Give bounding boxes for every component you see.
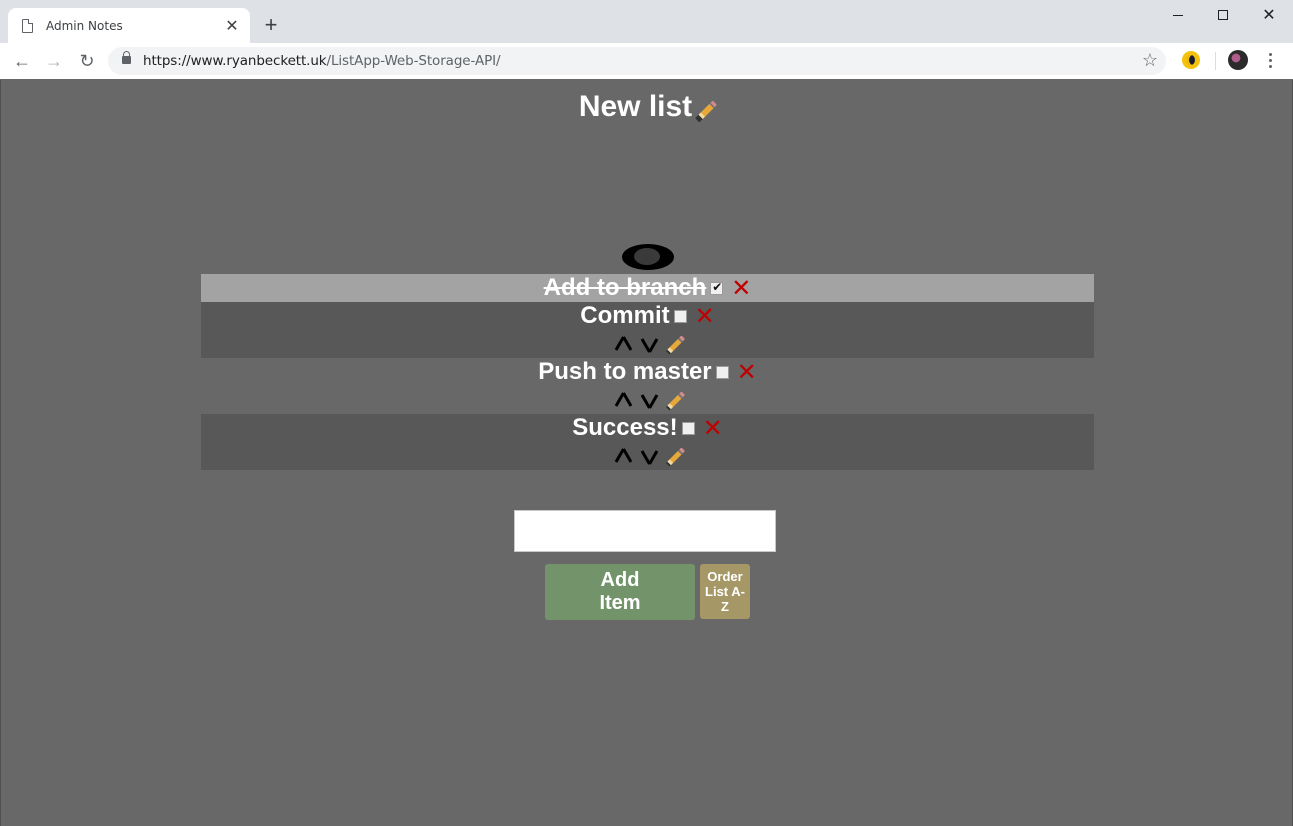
edit-item-pencil-icon[interactable] — [665, 335, 683, 353]
window-close-button[interactable]: ✕ — [1246, 0, 1292, 30]
item-checkbox[interactable] — [715, 365, 729, 379]
item-text: Success! — [572, 414, 678, 441]
item-checkbox[interactable] — [681, 421, 695, 435]
list-title-row: New list — [1, 90, 1293, 124]
list-item: Push to master ✕ — [201, 358, 1094, 414]
edit-item-pencil-icon[interactable] — [665, 391, 683, 409]
edit-item-pencil-icon[interactable] — [665, 447, 683, 465]
item-text: Commit — [580, 302, 670, 329]
url-host: https://www.ryanbeckett.uk — [143, 53, 327, 69]
item-checkbox[interactable] — [710, 280, 724, 295]
new-tab-plus-icon[interactable]: + — [258, 12, 284, 38]
list-item: Commit ✕ — [201, 302, 1094, 358]
delete-cross-icon[interactable]: ✕ — [703, 416, 723, 440]
browser-menu-icon[interactable] — [1260, 49, 1280, 71]
item-text: Push to master — [538, 358, 712, 385]
add-item-label: Add Item — [599, 569, 641, 614]
document-icon — [22, 18, 33, 33]
move-down-chevron-icon[interactable] — [639, 446, 659, 466]
reload-icon[interactable]: ↻ — [73, 47, 101, 75]
bookmark-star-icon[interactable]: ☆ — [1142, 50, 1158, 71]
window-maximize-button[interactable] — [1200, 0, 1246, 30]
back-arrow-icon[interactable]: ← — [8, 47, 36, 75]
list-item: Add to branch ✕ — [201, 274, 1094, 302]
url-text[interactable]: https://www.ryanbeckett.uk/ListApp-Web-S… — [143, 53, 501, 69]
list-item: Success! ✕ — [201, 414, 1094, 470]
delete-cross-icon[interactable]: ✕ — [731, 276, 751, 300]
new-item-input[interactable] — [514, 510, 776, 552]
move-down-chevron-icon[interactable] — [639, 334, 659, 354]
extension-icon[interactable] — [1182, 51, 1200, 69]
move-up-chevron-icon[interactable] — [613, 390, 633, 410]
lock-icon — [122, 51, 131, 64]
move-down-chevron-icon[interactable] — [639, 390, 659, 410]
tab-close-icon[interactable]: ✕ — [220, 14, 244, 38]
delete-cross-icon[interactable]: ✕ — [695, 304, 715, 328]
delete-cross-icon[interactable]: ✕ — [737, 360, 757, 384]
browser-tab[interactable]: Admin Notes ✕ — [8, 8, 250, 43]
url-path: /ListApp-Web-Storage-API/ — [326, 53, 501, 69]
window-minimize-button[interactable] — [1155, 0, 1201, 30]
move-up-chevron-icon[interactable] — [613, 446, 633, 466]
address-bar[interactable]: https://www.ryanbeckett.uk/ListApp-Web-S… — [108, 47, 1166, 75]
browser-chrome: Admin Notes ✕ + ✕ ← → ↻ https://www.ryan… — [0, 0, 1293, 79]
profile-avatar[interactable] — [1228, 50, 1248, 70]
tab-title: Admin Notes — [46, 18, 123, 33]
order-list-label: Order List A-Z — [705, 569, 745, 614]
toolbar-divider — [1215, 52, 1216, 70]
todo-list: Add to branch ✕ Commit ✕ Push to master … — [201, 274, 1094, 470]
move-up-chevron-icon[interactable] — [613, 334, 633, 354]
order-list-button[interactable]: Order List A-Z — [700, 564, 750, 619]
item-checkbox[interactable] — [673, 309, 687, 323]
add-item-button[interactable]: Add Item — [545, 564, 695, 620]
page-content: New list Add to branch ✕ Commit ✕ — [0, 80, 1293, 826]
eye-icon[interactable] — [622, 244, 674, 270]
item-text: Add to branch — [543, 274, 707, 301]
forward-arrow-icon[interactable]: → — [40, 47, 68, 75]
browser-toolbar: ← → ↻ https://www.ryanbeckett.uk/ListApp… — [0, 43, 1293, 79]
list-title: New list — [578, 90, 693, 123]
edit-title-pencil-icon[interactable] — [694, 100, 716, 124]
